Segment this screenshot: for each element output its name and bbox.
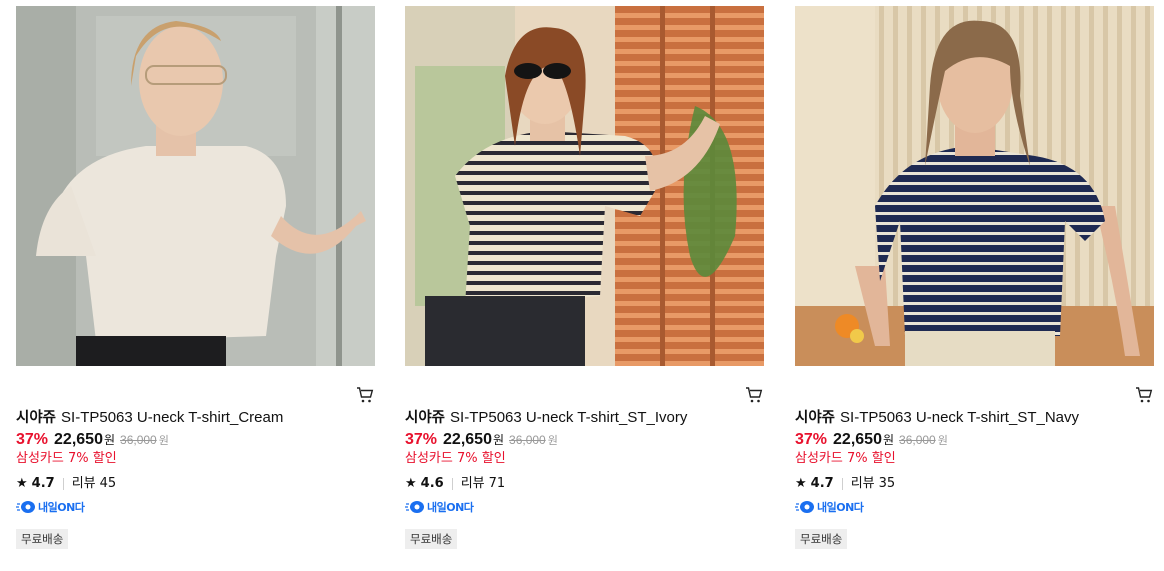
product-card[interactable]: 시야쥬 SI-TP5063 U-neck T-shirt_ST_Ivory 37%… — [405, 6, 765, 550]
rating-score: 4.7 — [810, 476, 834, 491]
original-price: 36,000 — [899, 433, 936, 447]
brand-name: 시야쥬 — [16, 410, 57, 426]
discount-rate: 37% — [405, 431, 438, 448]
star-icon: ★ — [16, 476, 28, 491]
original-currency-label: 원 — [158, 434, 169, 447]
review-label: 리뷰 — [71, 476, 96, 491]
original-currency-label: 원 — [937, 434, 948, 447]
product-title[interactable]: 시야쥬 SI-TP5063 U-neck T-shirt_Cream — [16, 408, 376, 430]
delivery-badge: 내일ON다 — [16, 499, 85, 515]
review-count: 71 — [488, 476, 506, 491]
delivery-badge-label: 내일ON다 — [817, 501, 864, 514]
product-name: SI-TP5063 U-neck T-shirt_ST_Ivory — [450, 409, 688, 426]
free-shipping-tag: 무료배송 — [16, 529, 69, 549]
card-discount-text: 삼성카드 7% 할인 — [16, 451, 117, 466]
original-price: 36,000 — [509, 433, 546, 447]
free-shipping-tag: 무료배송 — [795, 529, 848, 549]
rating-score: 4.7 — [31, 476, 55, 491]
product-title[interactable]: 시야쥬 SI-TP5063 U-neck T-shirt_ST_Ivory — [405, 408, 765, 430]
delivery-badge: 내일ON다 — [405, 499, 474, 515]
star-icon: ★ — [795, 476, 807, 491]
delivery-truck-icon — [16, 501, 35, 513]
review-info: ★ 4.6 리뷰 71 — [405, 472, 765, 496]
sale-price: 22,650 — [833, 431, 882, 448]
divider — [451, 478, 453, 490]
sale-price: 22,650 — [54, 431, 103, 448]
price-line: 37% 22,650원 36,000 원 — [405, 430, 765, 450]
currency-label: 원 — [492, 433, 505, 447]
product-image[interactable] — [795, 6, 1154, 366]
delivery-badge: 내일ON다 — [795, 499, 864, 515]
divider — [841, 478, 843, 490]
price-line: 37% 22,650원 36,000 원 — [16, 430, 376, 450]
delivery-truck-icon — [795, 501, 814, 513]
brand-name: 시야쥬 — [405, 410, 446, 426]
divider — [62, 478, 64, 490]
cart-icon[interactable] — [1135, 386, 1153, 404]
brand-name: 시야쥬 — [795, 410, 836, 426]
sale-price: 22,650 — [443, 431, 492, 448]
original-currency-label: 원 — [547, 434, 558, 447]
product-image[interactable] — [405, 6, 764, 366]
review-label: 리뷰 — [460, 476, 485, 491]
delivery-truck-icon — [405, 501, 424, 513]
card-discount-text: 삼성카드 7% 할인 — [795, 451, 896, 466]
star-icon: ★ — [405, 476, 417, 491]
review-info: ★ 4.7 리뷰 35 — [795, 472, 1155, 496]
cart-icon[interactable] — [356, 386, 374, 404]
product-card[interactable]: 시야쥬 SI-TP5063 U-neck T-shirt_Cream 37% 22,… — [16, 6, 376, 550]
product-image[interactable] — [16, 6, 375, 366]
review-count: 35 — [878, 476, 896, 491]
delivery-info: 내일ON다 — [16, 496, 376, 518]
free-shipping-tag: 무료배송 — [405, 529, 458, 549]
discount-rate: 37% — [795, 431, 828, 448]
product-title[interactable]: 시야쥬 SI-TP5063 U-neck T-shirt_ST_Navy — [795, 408, 1155, 430]
price-line: 37% 22,650원 36,000 원 — [795, 430, 1155, 450]
delivery-badge-label: 내일ON다 — [38, 501, 85, 514]
product-name: SI-TP5063 U-neck T-shirt_Cream — [61, 409, 284, 426]
product-name: SI-TP5063 U-neck T-shirt_ST_Navy — [840, 409, 1080, 426]
review-label: 리뷰 — [850, 476, 875, 491]
product-grid: 시야쥬 SI-TP5063 U-neck T-shirt_Cream 37% 22,… — [0, 0, 1164, 571]
original-price: 36,000 — [120, 433, 157, 447]
review-count: 45 — [99, 476, 117, 491]
cart-icon[interactable] — [745, 386, 763, 404]
card-discount-text: 삼성카드 7% 할인 — [405, 451, 506, 466]
delivery-badge-label: 내일ON다 — [427, 501, 474, 514]
currency-label: 원 — [882, 433, 895, 447]
rating-score: 4.6 — [420, 476, 444, 491]
currency-label: 원 — [103, 433, 116, 447]
product-card[interactable]: 시야쥬 SI-TP5063 U-neck T-shirt_ST_Navy 37% 2… — [795, 6, 1155, 550]
delivery-info: 내일ON다 — [795, 496, 1155, 518]
delivery-info: 내일ON다 — [405, 496, 765, 518]
review-info: ★ 4.7 리뷰 45 — [16, 472, 376, 496]
discount-rate: 37% — [16, 431, 49, 448]
